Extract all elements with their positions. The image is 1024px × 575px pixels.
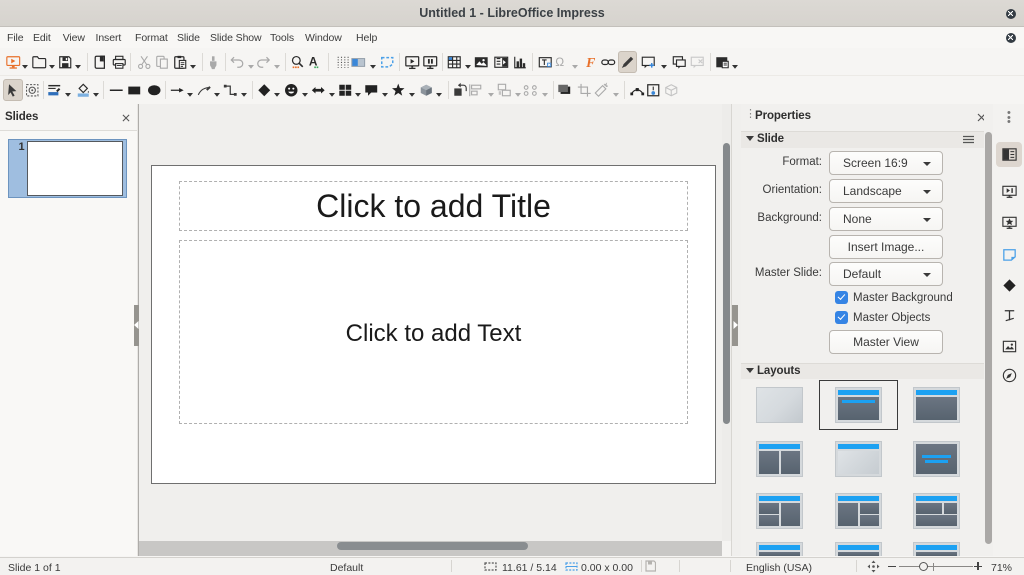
svg-text:F: F <box>585 55 595 70</box>
svg-text:Ω: Ω <box>556 55 565 69</box>
svg-text:A: A <box>309 54 318 68</box>
